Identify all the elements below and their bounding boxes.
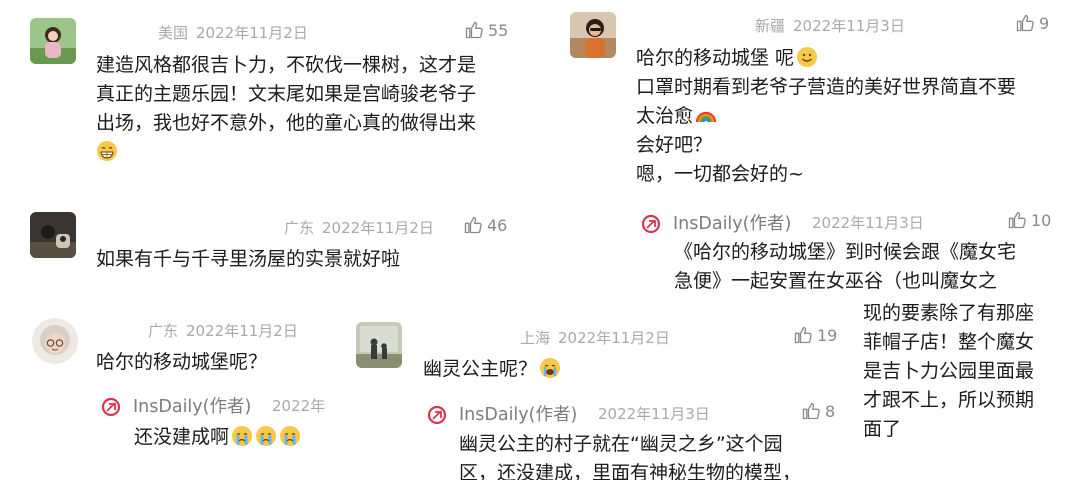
- like-button[interactable]: 8: [801, 401, 835, 421]
- reply-text: 《哈尔的移动城堡》到时候会跟《魔女宅 急便》一起安置在女巫谷（也叫魔女之: [674, 238, 1016, 296]
- like-button[interactable]: 55: [464, 20, 508, 40]
- comment-text: 哈尔的移动城堡 呢 口罩时期看到老爷子营造的美好世界简直不要 太治愈 会好吧？ …: [636, 44, 1016, 189]
- thumb-up-icon: [465, 21, 483, 39]
- comment-line: 幽灵公主呢？: [423, 358, 538, 380]
- thumb-up-icon: [464, 216, 482, 234]
- like-button[interactable]: 19: [793, 325, 837, 345]
- insdaily-logo-icon: [427, 405, 447, 425]
- reply-date: 2022年11月3日: [812, 214, 924, 232]
- reply-date: 2022年11月3日: [598, 405, 710, 423]
- comment-date: 2022年11月2日: [322, 219, 434, 237]
- comment-line: 如果有千与千寻里汤屋的实景就好啦: [96, 248, 401, 270]
- avatar[interactable]: [30, 212, 76, 258]
- avatar[interactable]: [32, 318, 78, 364]
- like-count: 10: [1031, 210, 1052, 230]
- comment-date: 2022年11月2日: [558, 329, 670, 347]
- avatar[interactable]: [356, 322, 402, 368]
- reply-line: 还没建成啊: [134, 426, 230, 448]
- comment-location: 美国: [158, 24, 189, 42]
- like-count: 8: [825, 401, 836, 421]
- comment-location: 上海: [520, 329, 551, 347]
- comment-line: 会好吧？: [636, 134, 713, 156]
- thumb-up-icon: [802, 402, 820, 420]
- insdaily-logo-icon: [101, 397, 121, 417]
- like-count: 46: [487, 215, 508, 235]
- comment-location: 新疆: [755, 17, 786, 35]
- comment-location: 广东: [284, 219, 315, 237]
- avatar[interactable]: [30, 18, 76, 64]
- loudly-crying-emoji-icon: [540, 358, 561, 378]
- thumb-up-icon: [794, 326, 812, 344]
- crying-emoji-icon: [256, 426, 277, 446]
- comment-date: 2022年11月2日: [186, 322, 298, 340]
- comment-meta: 新疆 2022年11月3日: [755, 15, 905, 36]
- reply-text: 幽灵公主的村子就在“幽灵之乡”这个园 区，还没建成，里面有神秘生物的模型，: [459, 430, 801, 480]
- comment-line: 哈尔的移动城堡呢？: [96, 351, 268, 373]
- reply-author[interactable]: InsDaily(作者): [133, 393, 251, 418]
- crying-emoji-icon: [280, 426, 301, 446]
- comment-text: 如果有千与千寻里汤屋的实景就好啦: [96, 245, 400, 274]
- like-count: 19: [817, 325, 838, 345]
- comment-meta: 美国 2022年11月2日: [158, 22, 308, 43]
- rainbow-emoji-icon: [695, 111, 717, 123]
- reply-line: 菲帽子店！整个魔女: [863, 331, 1035, 353]
- reply-author[interactable]: InsDaily(作者): [459, 401, 577, 426]
- reply-line: 幽灵公主的村子就在“幽灵之乡”这个园: [459, 433, 783, 455]
- comment-line: 出场，我也好不意外，他的童心真的做得出来: [96, 112, 477, 134]
- comment-line: 嗯，一切都会好的~: [636, 163, 804, 185]
- comment-text: 建造风格都很吉卜力，不砍伐一棵树，这才是 真正的主题乐园！文末尾如果是宫崎骏老爷…: [96, 51, 476, 167]
- smile-emoji-icon: [797, 47, 818, 67]
- reply-text: 还没建成啊: [134, 423, 301, 452]
- comment-meta: 广东 2022年11月2日: [148, 320, 298, 341]
- like-button[interactable]: 46: [463, 215, 507, 235]
- comment-line: 口罩时期看到老爷子营造的美好世界简直不要: [636, 76, 1017, 98]
- like-button[interactable]: 9: [1015, 13, 1049, 33]
- reply-line: 急便》一起安置在女巫谷（也叫魔女之: [674, 270, 998, 292]
- grin-emoji-icon: [97, 141, 117, 161]
- crying-emoji-icon: [232, 426, 253, 446]
- comment-text: 哈尔的移动城堡呢？: [96, 348, 267, 377]
- reply-line: 《哈尔的移动城堡》到时候会跟《魔女宅: [674, 241, 1017, 263]
- like-count: 55: [488, 20, 509, 40]
- like-button[interactable]: 10: [1007, 210, 1051, 230]
- insdaily-logo-icon: [641, 214, 661, 234]
- avatar[interactable]: [570, 12, 616, 58]
- reply-line: 区，还没建成，里面有神秘生物的模型，: [459, 462, 802, 480]
- comment-line: 太治愈: [636, 105, 694, 127]
- reply-text-continued: 现的要素除了有那座 菲帽子店！整个魔女 是吉卜力公园里面最 才跟不上，所以预期 …: [863, 299, 1034, 444]
- reply-line: 是吉卜力公园里面最: [863, 360, 1035, 382]
- comment-meta: 上海 2022年11月2日: [520, 327, 670, 348]
- reply-line: 面了: [863, 418, 902, 440]
- comment-line: 真正的主题乐园！文末尾如果是宫崎骏老爷子: [96, 83, 477, 105]
- comment-line: 建造风格都很吉卜力，不砍伐一棵树，这才是: [96, 54, 477, 76]
- thumb-up-icon: [1016, 14, 1034, 32]
- comment-location: 广东: [148, 322, 179, 340]
- comment-meta: 广东 2022年11月2日: [284, 217, 434, 238]
- reply-line: 现的要素除了有那座: [863, 302, 1035, 324]
- comment-date: 2022年11月2日: [196, 24, 308, 42]
- thumb-up-icon: [1008, 211, 1026, 229]
- comment-line: 哈尔的移动城堡 呢: [636, 47, 795, 69]
- reply-author[interactable]: InsDaily(作者): [673, 210, 791, 235]
- reply-date: 2022年: [272, 397, 326, 415]
- comment-date: 2022年11月3日: [793, 17, 905, 35]
- like-count: 9: [1039, 13, 1050, 33]
- reply-line: 才跟不上，所以预期: [863, 389, 1035, 411]
- comment-text: 幽灵公主呢？: [423, 355, 561, 384]
